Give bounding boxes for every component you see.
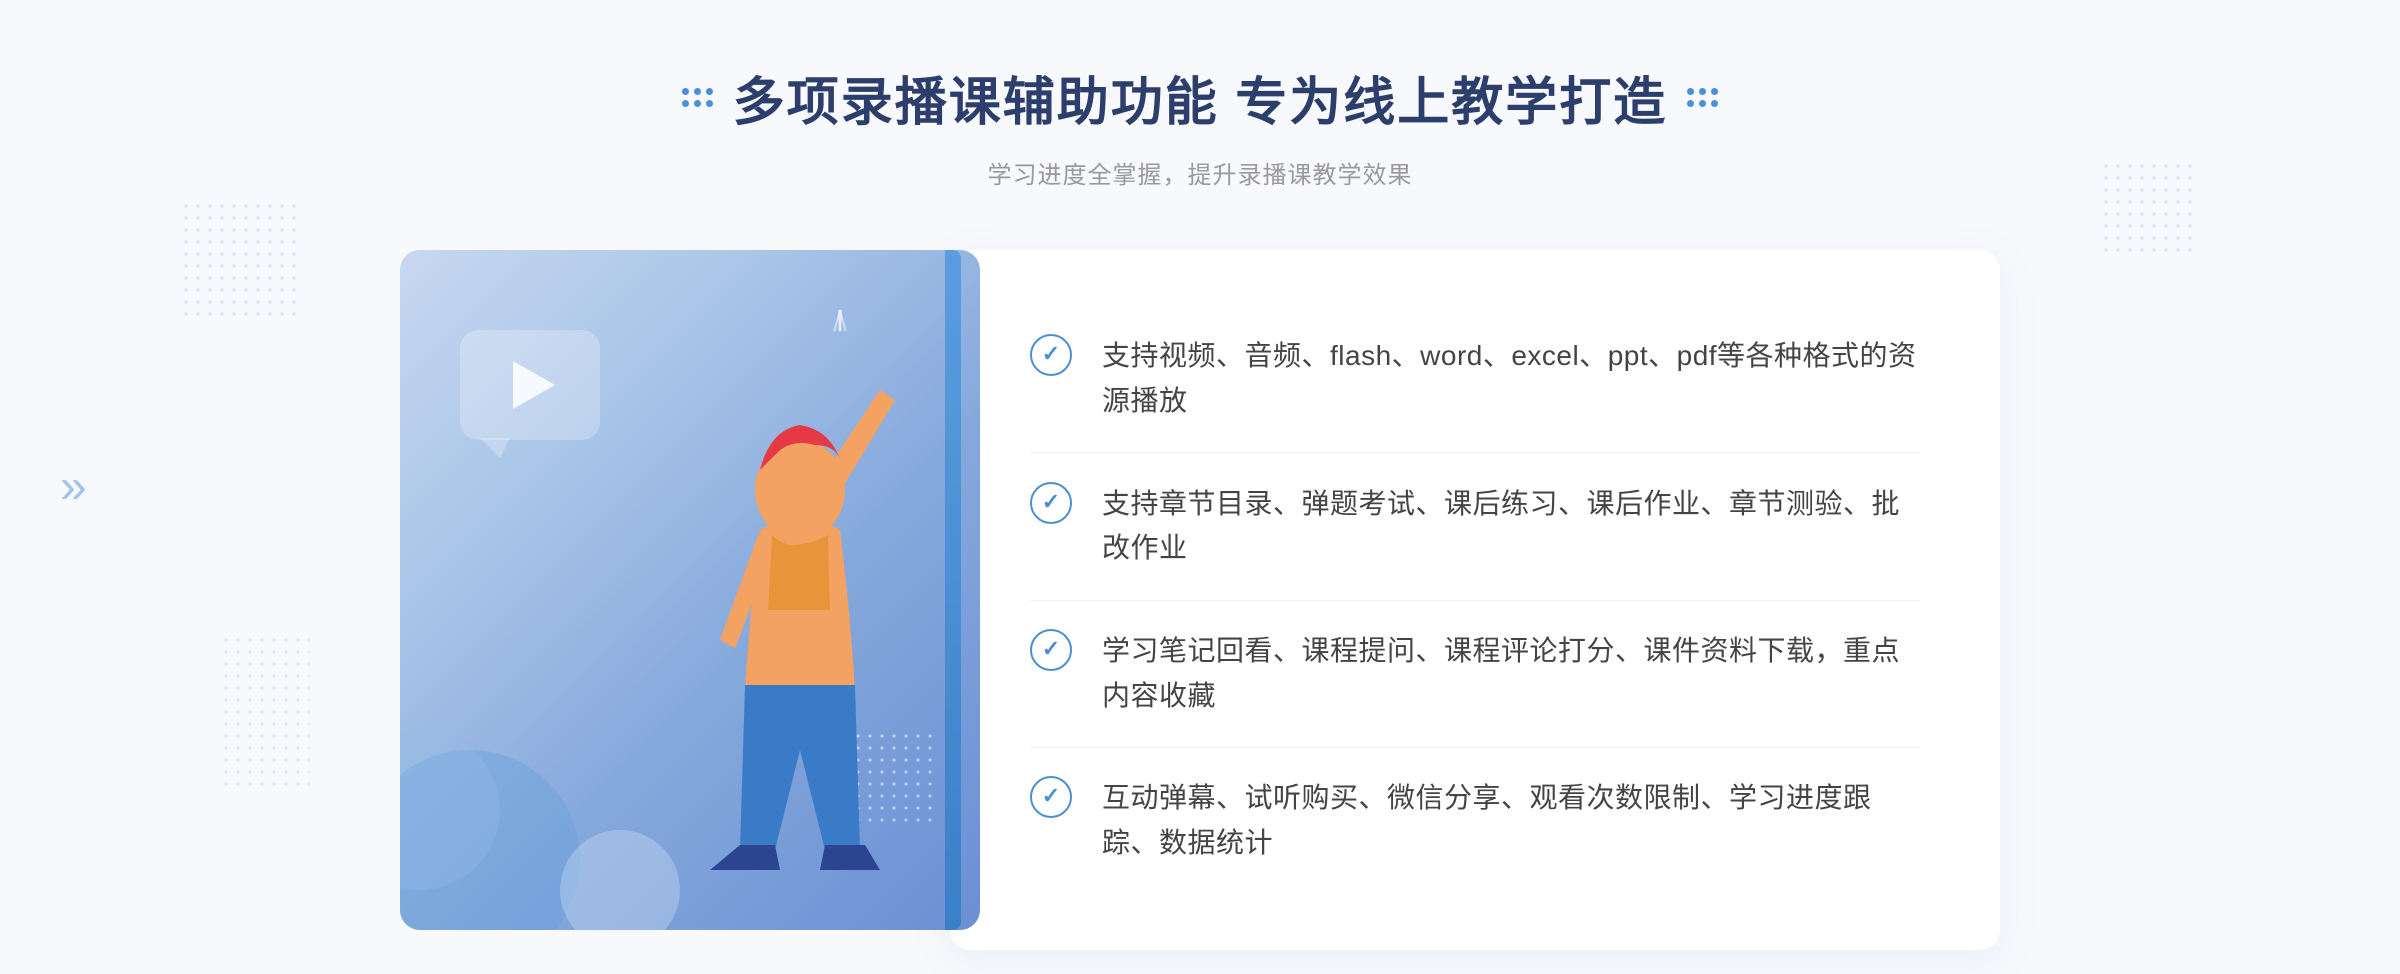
divider-2 (1030, 600, 1920, 601)
check-icon-1: ✓ (1030, 334, 1072, 376)
feature-text-4: 互动弹幕、试听购买、微信分享、观看次数限制、学习进度跟踪、数据统计 (1102, 776, 1920, 866)
page-title: 多项录播课辅助功能 专为线上教学打造 (733, 60, 1667, 135)
dots-decoration-bottom (220, 634, 310, 794)
divider-1 (1030, 452, 1920, 453)
play-button-area (460, 330, 600, 440)
feature-item-3: ✓ 学习笔记回看、课程提问、课程评论打分、课件资料下载，重点内容收藏 (1030, 609, 1920, 739)
dot (1687, 88, 1694, 95)
dots-decoration-right (2100, 160, 2200, 260)
check-icon-2: ✓ (1030, 482, 1072, 524)
divider-3 (1030, 747, 1920, 748)
title-wrapper: 多项录播课辅助功能 专为线上教学打造 (682, 60, 1718, 135)
feature-text-1: 支持视频、音频、flash、word、excel、ppt、pdf等各种格式的资源… (1102, 334, 1920, 424)
checkmark-2: ✓ (1042, 491, 1060, 513)
dot (1711, 88, 1718, 95)
feature-text-3: 学习笔记回看、课程提问、课程评论打分、课件资料下载，重点内容收藏 (1102, 629, 1920, 719)
dots-decoration-left (180, 200, 300, 320)
dot (706, 88, 713, 95)
illustration-background (400, 250, 980, 930)
dot (1687, 100, 1694, 107)
dot (1699, 88, 1706, 95)
page-subtitle: 学习进度全掌握，提升录播课教学效果 (682, 155, 1718, 190)
person-illustration (620, 330, 960, 930)
dot (694, 88, 701, 95)
checkmark-4: ✓ (1042, 785, 1060, 807)
dot (706, 100, 713, 107)
dot (682, 100, 689, 107)
dot (682, 88, 689, 95)
check-icon-3: ✓ (1030, 629, 1072, 671)
feature-item-4: ✓ 互动弹幕、试听购买、微信分享、观看次数限制、学习进度跟踪、数据统计 (1030, 756, 1920, 886)
feature-item-2: ✓ 支持章节目录、弹题考试、课后练习、课后作业、章节测验、批改作业 (1030, 462, 1920, 592)
page-wrapper: » 多项录播课辅助功能 专为线上教学打造 学习进度全掌握，提升录播课教学效 (0, 0, 2400, 974)
illustration-panel (400, 250, 980, 950)
arrow-left-decoration: » (60, 460, 87, 515)
feature-item-1: ✓ 支持视频、音频、flash、word、excel、ppt、pdf等各种格式的… (1030, 314, 1920, 444)
title-dots-left (682, 88, 713, 107)
title-dots-right (1687, 88, 1718, 107)
info-panel: ✓ 支持视频、音频、flash、word、excel、ppt、pdf等各种格式的… (950, 250, 2000, 950)
checkmark-1: ✓ (1042, 343, 1060, 365)
dot (1711, 100, 1718, 107)
main-content: ✓ 支持视频、音频、flash、word、excel、ppt、pdf等各种格式的… (400, 250, 2000, 950)
feature-text-2: 支持章节目录、弹题考试、课后练习、课后作业、章节测验、批改作业 (1102, 482, 1920, 572)
play-triangle-icon (513, 361, 555, 409)
dot (1699, 100, 1706, 107)
panel-accent-border (945, 250, 961, 930)
header-section: 多项录播课辅助功能 专为线上教学打造 学习进度全掌握，提升录播课教学效果 (682, 60, 1718, 190)
dot (694, 100, 701, 107)
checkmark-3: ✓ (1042, 638, 1060, 660)
play-bubble (460, 330, 600, 440)
check-icon-4: ✓ (1030, 776, 1072, 818)
